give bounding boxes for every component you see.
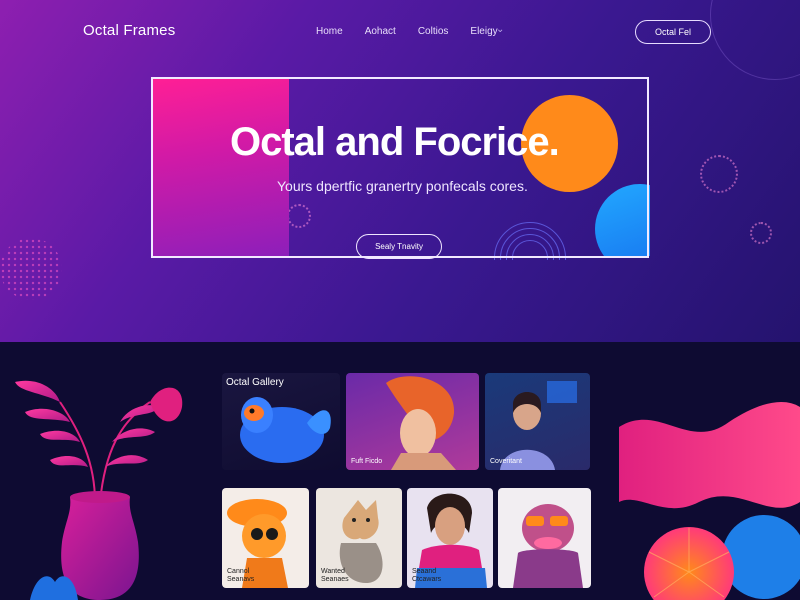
top-nav: Octal Frames Home Aohact Coltios Eleigy … [0, 0, 800, 64]
card-caption: Wanted Seanaes [321, 568, 349, 583]
nav-cta-button[interactable]: Octal Fel [635, 20, 711, 44]
gallery-card-7[interactable] [498, 488, 591, 588]
wave-illustration [619, 402, 800, 600]
card-caption: Cannol Seanavs [227, 568, 255, 583]
nav-link-home[interactable]: Home [316, 26, 343, 37]
hero-subtitle: Yours dpertfic granertry ponfecals cores… [277, 178, 528, 194]
gallery-card-6[interactable]: Seaand Ctcawars [407, 488, 493, 588]
gallery-card-5[interactable]: Wanted Seanaes [316, 488, 402, 588]
hero-frame [151, 77, 649, 258]
plant-vase-illustration [15, 380, 183, 600]
pink-creature-image [513, 504, 583, 588]
gallery-card-2[interactable]: Fuft Ficdo [346, 373, 479, 470]
nav-link-gallery[interactable]: Eleigy [470, 26, 497, 37]
dot-ring-right [700, 155, 738, 193]
card-caption: Coveritant [490, 458, 522, 465]
hero-cta-button[interactable]: Sealy Tnavity [356, 234, 442, 259]
nav-links: Home Aohact Coltios Eleigy [316, 26, 520, 37]
card-caption: Seaand Ctcawars [412, 568, 442, 583]
brand-logo[interactable]: Octal Frames [83, 22, 175, 39]
portrait-red-hair-image [386, 376, 456, 470]
card-caption: Fuft Ficdo [351, 458, 383, 465]
nav-link-collections[interactable]: Coltios [418, 26, 449, 37]
hero-title: Octal and Focrice. [230, 120, 560, 164]
gallery-card-4[interactable]: Cannol Seanavs [222, 488, 309, 588]
gallery-title: Octal Gallery [226, 377, 284, 388]
dot-ring-far [750, 222, 772, 244]
gallery-card-3[interactable]: Coveritant [485, 373, 590, 470]
portrait-woman-screens-image [500, 381, 577, 470]
dot-pattern-left [0, 238, 62, 300]
chevron-down-icon[interactable]: ⌄ [496, 24, 504, 35]
nav-link-about[interactable]: Aohact [365, 26, 396, 37]
